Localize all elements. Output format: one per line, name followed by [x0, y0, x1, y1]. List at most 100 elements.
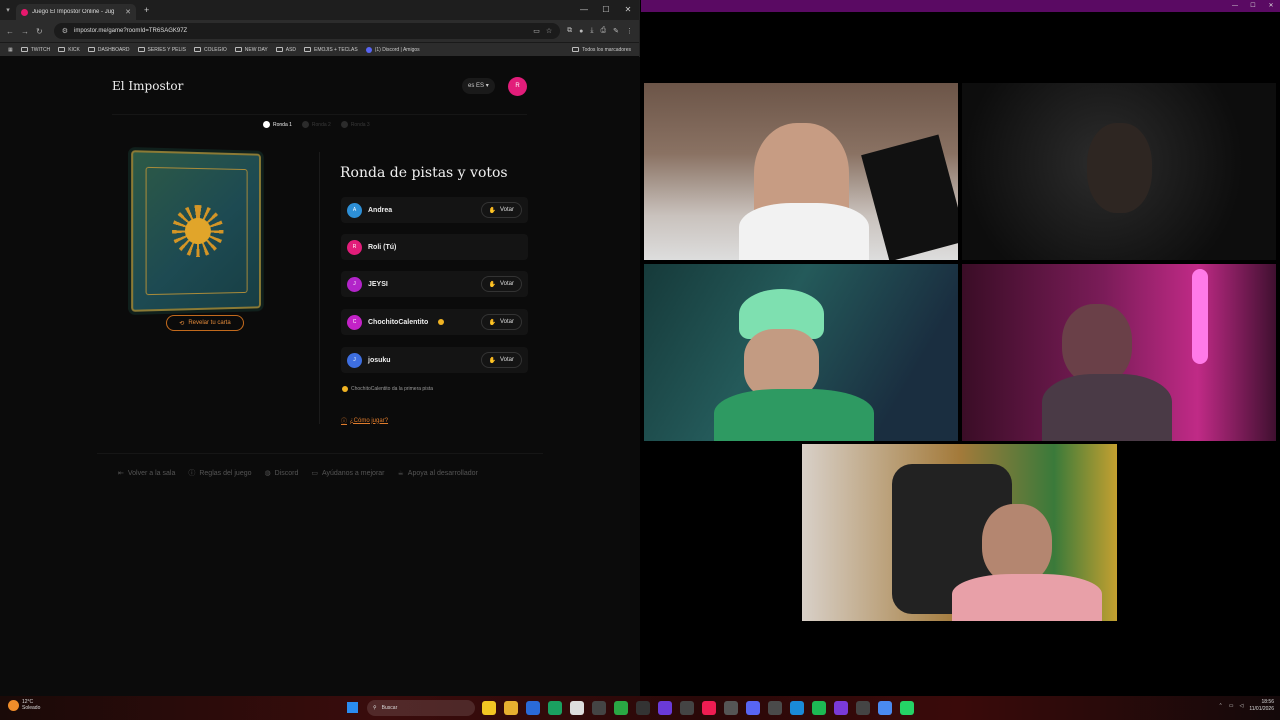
turn-dot-icon: [342, 386, 348, 392]
extensions-icon[interactable]: ⧉: [567, 27, 572, 35]
close-window-icon[interactable]: ✕: [1262, 0, 1280, 12]
hint-text: ChochitoCalentito da la primera pista: [351, 386, 433, 392]
vote-button[interactable]: ✋ Votar: [481, 276, 523, 292]
download-icon[interactable]: ⤓: [590, 27, 593, 35]
file-explorer-icon[interactable]: [504, 701, 518, 715]
footer-links: ⇤ Volver a la sala ⓘ Reglas del juego ◍ Dis…: [118, 468, 478, 478]
apps-icon[interactable]: ▦: [8, 47, 13, 53]
step-round-3: Ronda 3: [341, 121, 370, 128]
app-icon[interactable]: [614, 701, 628, 715]
player-name: JEYSI: [368, 281, 388, 288]
footer-link-label: Apoya al desarrollador: [408, 470, 478, 477]
bookmark-discord[interactable]: (1) Discord | Amigos: [366, 47, 420, 53]
back-to-room-link[interactable]: ⇤ Volver a la sala: [118, 468, 175, 478]
sticky-notes-icon[interactable]: [482, 701, 496, 715]
player-name: josuku: [368, 357, 391, 364]
profile-icon[interactable]: ●: [579, 28, 583, 35]
minimize-icon[interactable]: —: [573, 0, 595, 20]
obs-icon[interactable]: [856, 701, 870, 715]
support-link[interactable]: ☕ Apoya al desarrollador: [398, 468, 478, 478]
site-favicon-icon: [21, 9, 28, 16]
vote-label: Votar: [500, 281, 514, 287]
how-to-play-link[interactable]: ⓘ ¿Cómo jugar?: [341, 416, 388, 425]
install-app-icon[interactable]: ▭: [533, 27, 540, 35]
all-bookmarks[interactable]: Todos los marcadores: [572, 47, 631, 53]
vote-button[interactable]: ✋ Votar: [481, 352, 523, 368]
menu-icon[interactable]: ⋮: [626, 27, 633, 35]
tab-search-icon[interactable]: ▾: [0, 6, 16, 14]
webcam-feed: [644, 264, 958, 441]
discord-link[interactable]: ◍ Discord: [265, 468, 299, 478]
tiktok-icon[interactable]: [702, 701, 716, 715]
clock[interactable]: 18:56 11/01/2026: [1249, 699, 1274, 713]
address-bar[interactable]: ⚙ impostor.me/game?roomId=TR6SAGK97Z ▭ ☆: [54, 23, 560, 39]
app-icon[interactable]: [570, 701, 584, 715]
rules-link[interactable]: ⓘ Reglas del juego: [188, 468, 251, 478]
whatsapp-icon[interactable]: [900, 701, 914, 715]
chrome-icon[interactable]: [878, 701, 892, 715]
app-icon[interactable]: [592, 701, 606, 715]
window-controls: — ☐ ✕: [573, 0, 639, 20]
forward-icon[interactable]: →: [21, 27, 29, 36]
network-icon[interactable]: ▭: [1229, 703, 1234, 709]
volume-icon[interactable]: ◁: [1239, 703, 1243, 709]
app-icon[interactable]: [548, 701, 562, 715]
language-selector[interactable]: es ES ▾: [462, 78, 495, 94]
minimize-icon[interactable]: —: [1226, 0, 1244, 12]
app-icon[interactable]: [768, 701, 782, 715]
new-tab-icon[interactable]: +: [144, 5, 149, 15]
hand-icon: ✋: [489, 207, 496, 214]
spotify-icon[interactable]: [812, 701, 826, 715]
feedback-link[interactable]: ▭ Ayúdanos a mejorar: [311, 468, 384, 478]
turn-hint: ChochitoCalentito da la primera pista: [342, 386, 433, 392]
reveal-card-button[interactable]: ⟲ Revelar tu carta: [166, 315, 244, 331]
printer-icon[interactable]: ⎙: [601, 27, 607, 35]
back-icon[interactable]: ←: [6, 27, 14, 36]
maximize-icon[interactable]: ☐: [1244, 0, 1262, 12]
chevron-up-icon[interactable]: ⌃: [1219, 703, 1223, 709]
weather-widget[interactable]: 12°C Soleado: [8, 699, 40, 711]
app-icon[interactable]: [526, 701, 540, 715]
user-avatar[interactable]: R: [508, 77, 527, 96]
bookmark-new-day[interactable]: NEW DAY: [235, 47, 268, 53]
bookmark-kick[interactable]: KICK: [58, 47, 80, 53]
system-tray: ⌃ ▭ ◁ 18:56 11/01/2026: [1219, 699, 1274, 713]
app-icon[interactable]: [636, 701, 650, 715]
bookmark-star-icon[interactable]: ☆: [546, 27, 552, 35]
person-shirt: [739, 203, 869, 260]
windows-start-icon[interactable]: [347, 702, 358, 713]
site-info-icon[interactable]: ⚙: [62, 27, 68, 35]
close-window-icon[interactable]: ✕: [617, 0, 639, 20]
taskbar-search[interactable]: ⚲ Buscar: [367, 700, 475, 716]
step-dot-icon: [263, 121, 270, 128]
bookmark-dashboard[interactable]: DASHBOARD: [88, 47, 130, 53]
step-label: Ronda 3: [351, 122, 370, 128]
coffee-icon: ☕: [398, 469, 404, 477]
search-placeholder: Buscar: [382, 705, 398, 711]
steam-icon[interactable]: [790, 701, 804, 715]
step-label: Ronda 2: [312, 122, 331, 128]
app-icon[interactable]: [834, 701, 848, 715]
maximize-icon[interactable]: ☐: [595, 0, 617, 20]
site-title[interactable]: El Impostor: [112, 79, 183, 93]
discord-icon[interactable]: [746, 701, 760, 715]
vote-button[interactable]: ✋ Votar: [481, 314, 523, 330]
step-label: Ronda 1: [273, 122, 292, 128]
close-tab-icon[interactable]: ✕: [125, 8, 131, 16]
divider: [97, 453, 543, 454]
vote-button[interactable]: ✋ Votar: [481, 202, 523, 218]
bookmark-twitch[interactable]: TWITCH: [21, 47, 50, 53]
app-icon[interactable]: [680, 701, 694, 715]
bookmark-asd[interactable]: ASD: [276, 47, 296, 53]
bookmark-emojis[interactable]: EMOJIS + TECLAS: [304, 47, 358, 53]
reload-icon[interactable]: ↻: [36, 27, 43, 36]
bookmark-series[interactable]: SERIES Y PELIS: [138, 47, 186, 53]
app-icon[interactable]: [658, 701, 672, 715]
vote-label: Votar: [500, 207, 514, 213]
secret-card[interactable]: [131, 150, 261, 312]
app-icon[interactable]: [724, 701, 738, 715]
player-avatar: J: [347, 277, 362, 292]
puzzle-icon[interactable]: ✎: [613, 27, 619, 35]
browser-tab[interactable]: Juego El Impostor Online - Jug ✕: [16, 4, 136, 20]
bookmark-colegio[interactable]: COLEGIO: [194, 47, 227, 53]
